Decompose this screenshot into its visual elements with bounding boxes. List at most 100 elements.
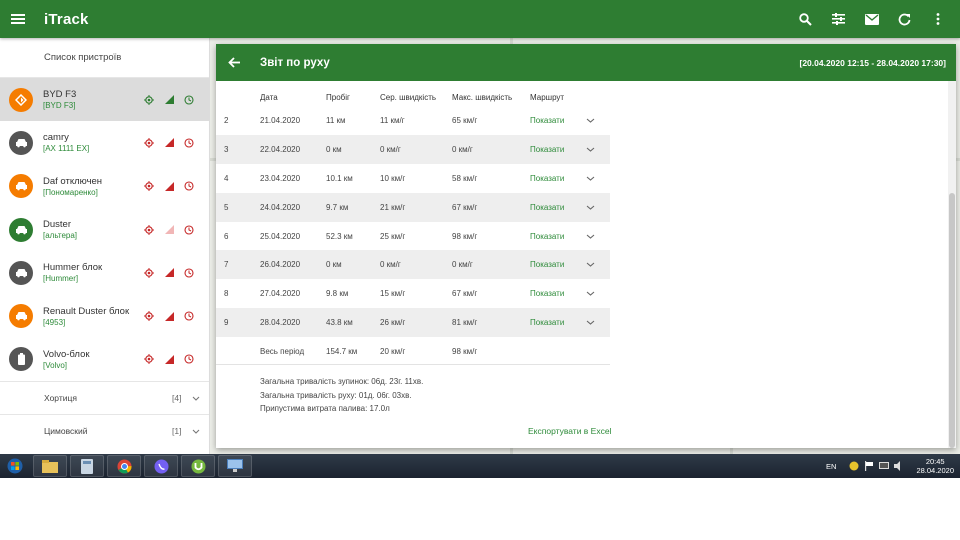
stop-duration: Загальна тривалість зупинок: 06д. 23г. 1… xyxy=(260,377,424,386)
volume-icon[interactable] xyxy=(893,460,905,472)
remote-desktop-icon[interactable] xyxy=(218,455,252,477)
device-name: BYD F3 xyxy=(43,89,77,101)
group-list: Хортиця [4] Цимовский [1] xyxy=(0,381,209,447)
signal-status-icon[interactable] xyxy=(159,351,179,367)
device-item[interactable]: Renault Duster блок [4953] xyxy=(0,294,209,337)
gps-status-icon[interactable] xyxy=(139,351,159,367)
device-item[interactable]: BYD F3 [BYD F3] xyxy=(0,78,209,122)
device-item[interactable]: Hummer блок [Hummer] xyxy=(0,251,209,294)
show-route-link[interactable]: Показати xyxy=(530,260,564,269)
search-icon[interactable] xyxy=(789,0,822,38)
flag-icon[interactable] xyxy=(863,460,875,472)
chevron-down-icon[interactable] xyxy=(586,164,610,193)
scrollbar-track[interactable] xyxy=(948,81,956,448)
refresh-icon[interactable] xyxy=(888,0,921,38)
report-period[interactable]: [20.04.2020 12:15 - 28.04.2020 17:30] xyxy=(799,58,946,68)
more-vert-icon[interactable] xyxy=(921,0,954,38)
moving-duration: Загальна тривалість руху: 01д. 06г. 03хв… xyxy=(260,390,412,400)
report-rows: 2 21.04.2020 11 км 11 км/г 65 км/г Показати 3 2… xyxy=(216,106,610,338)
gps-status-icon[interactable] xyxy=(139,308,159,324)
fuel-consumption: Припустима витрата палива: 17.0л xyxy=(260,404,390,413)
menu-icon[interactable] xyxy=(0,0,36,38)
device-group[interactable]: Хортиця [4] xyxy=(0,381,209,414)
chevron-down-icon[interactable] xyxy=(586,222,610,251)
taskbar-clock[interactable]: 20:45 28.04.2020 xyxy=(916,457,954,475)
signal-status-icon[interactable] xyxy=(159,178,179,194)
device-item[interactable]: Duster [альтера] xyxy=(0,208,209,251)
chevron-down-icon[interactable] xyxy=(186,429,206,434)
clock-status-icon[interactable] xyxy=(179,178,199,194)
chevron-down-icon[interactable] xyxy=(186,396,206,401)
chevron-down-icon[interactable] xyxy=(586,192,610,222)
row-date: 25.04.2020 xyxy=(260,231,301,241)
device-avatar-navigation-icon xyxy=(9,87,33,112)
signal-status-icon[interactable] xyxy=(159,135,179,151)
table-row: 4 23.04.2020 10.1 км 10 км/г 58 км/г Показати xyxy=(216,164,610,193)
report-summary: Загальна тривалість зупинок: 06д. 23г. 1… xyxy=(260,375,423,416)
show-route-link[interactable]: Показати xyxy=(530,289,564,298)
gps-status-icon[interactable] xyxy=(139,135,159,151)
device-list: BYD F3 [BYD F3] camry [AX 1111 EX] Daf отклю… xyxy=(0,78,209,381)
report-title: Звіт по руху xyxy=(260,56,330,69)
row-date: 27.04.2020 xyxy=(260,289,301,299)
show-route-link[interactable]: Показати xyxy=(530,174,564,183)
device-item[interactable]: camry [AX 1111 EX] xyxy=(0,121,209,164)
col-route: Маршрут xyxy=(530,92,565,102)
windows-start-icon[interactable] xyxy=(0,454,30,478)
clock-status-icon[interactable] xyxy=(179,308,199,324)
chevron-down-icon[interactable] xyxy=(586,134,610,164)
chevron-down-icon[interactable] xyxy=(586,279,610,308)
calculator-icon[interactable] xyxy=(70,455,104,477)
file-explorer-icon[interactable] xyxy=(33,455,67,477)
gps-status-icon[interactable] xyxy=(139,265,159,281)
signal-status-icon[interactable] xyxy=(159,308,179,324)
device-item[interactable]: Volvo-блок [Volvo] xyxy=(0,338,209,381)
show-route-link[interactable]: Показати xyxy=(530,116,564,125)
row-avg-speed: 11 км/г xyxy=(380,115,405,125)
device-name: Renault Duster блок xyxy=(43,305,130,317)
row-avg-speed: 25 км/г xyxy=(380,231,406,241)
scrollbar-thumb[interactable] xyxy=(949,193,955,448)
chevron-down-icon[interactable] xyxy=(586,308,610,338)
row-distance: 0 км xyxy=(326,250,380,280)
table-row: 3 22.04.2020 0 км 0 км/г 0 км/г Показати xyxy=(216,134,610,164)
viber-icon[interactable] xyxy=(144,455,178,477)
row-distance: 9.7 км xyxy=(326,192,380,222)
back-arrow-icon[interactable] xyxy=(218,44,250,81)
gps-status-icon[interactable] xyxy=(139,222,159,238)
utorrent-icon[interactable] xyxy=(181,455,215,477)
row-date: 23.04.2020 xyxy=(260,173,301,183)
language-indicator[interactable]: EN xyxy=(826,462,836,471)
signal-status-icon[interactable] xyxy=(159,92,179,108)
total-avg-speed: 20 км/г xyxy=(380,347,406,357)
gps-status-icon[interactable] xyxy=(139,92,159,108)
device-item[interactable]: Daf отключен [Пономаренко] xyxy=(0,165,209,208)
chevron-down-icon[interactable] xyxy=(586,250,610,280)
chevron-down-icon[interactable] xyxy=(586,106,610,135)
chrome-icon[interactable] xyxy=(107,455,141,477)
filter-icon[interactable] xyxy=(822,0,855,38)
signal-status-icon[interactable] xyxy=(159,222,179,238)
group-name: Хортиця xyxy=(44,393,77,404)
notification-icon[interactable] xyxy=(848,460,860,472)
clock-status-icon[interactable] xyxy=(179,351,199,367)
clock-status-icon[interactable] xyxy=(179,135,199,151)
clock-status-icon[interactable] xyxy=(179,265,199,281)
show-route-link[interactable]: Показати xyxy=(530,145,564,154)
table-row: 5 24.04.2020 9.7 км 21 км/г 67 км/г Показати xyxy=(216,192,610,222)
clock-status-icon[interactable] xyxy=(179,92,199,108)
clock-status-icon[interactable] xyxy=(179,222,199,238)
mail-icon[interactable] xyxy=(855,0,888,38)
device-names: Hummer блок [Hummer] xyxy=(43,262,139,283)
signal-status-icon[interactable] xyxy=(159,265,179,281)
gps-status-icon[interactable] xyxy=(139,178,159,194)
device-avatar-battery-icon xyxy=(9,347,33,372)
row-avg-speed: 26 км/г xyxy=(380,308,452,338)
export-excel-button[interactable]: Експортувати в Excel xyxy=(528,426,611,436)
show-route-link[interactable]: Показати xyxy=(530,203,564,212)
device-group[interactable]: Цимовский [1] xyxy=(0,414,209,447)
show-route-link[interactable]: Показати xyxy=(530,232,564,241)
report-table: Дата Пробіг Сер. швидкість Макс. швидкіс… xyxy=(216,88,610,366)
network-icon[interactable] xyxy=(878,460,890,472)
show-route-link[interactable]: Показати xyxy=(530,318,564,327)
